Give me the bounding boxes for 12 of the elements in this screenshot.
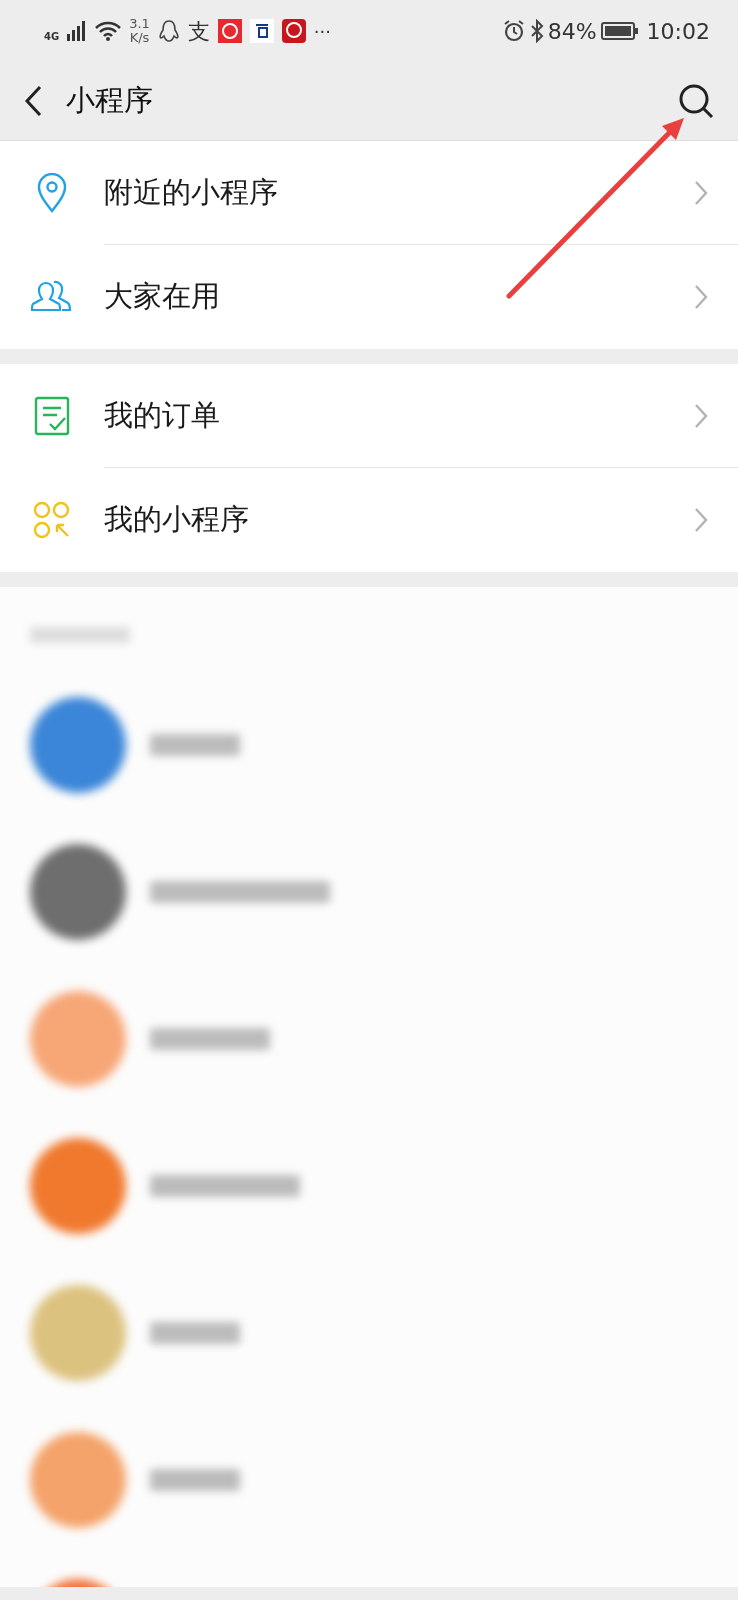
page-title: 小程序 <box>66 82 154 120</box>
menu-item[interactable]: 大家在用 <box>0 245 738 349</box>
menu-item[interactable]: 我的小程序 <box>0 468 738 572</box>
network-label: 4G <box>44 29 60 44</box>
speed-label: K/s <box>129 31 150 46</box>
menu-item[interactable]: 附近的小程序 <box>0 141 738 245</box>
battery-percent: 84% <box>547 17 597 46</box>
app-glyph: 支 <box>187 17 210 46</box>
more-indicator: ··· <box>313 19 332 44</box>
menu-item[interactable]: 我的订单 <box>0 364 738 468</box>
clock: 10:02 <box>646 17 710 46</box>
speed-label: 3.1 <box>129 16 150 31</box>
